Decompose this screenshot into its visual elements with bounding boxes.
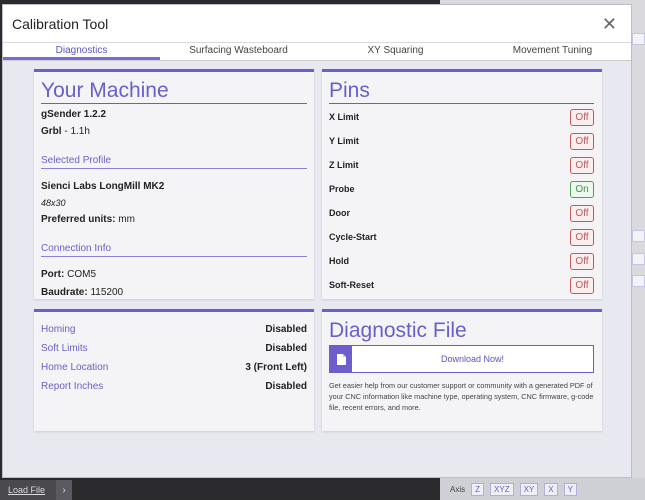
setting-label: Home Location — [41, 362, 109, 373]
pin-name: Soft-Reset — [329, 280, 375, 290]
pin-row-cycle-start: Cycle-Start Off — [329, 225, 594, 249]
axis-button-z[interactable]: Z — [471, 482, 485, 496]
pins-heading: Pins — [329, 80, 594, 104]
pin-row-z-limit: Z Limit Off — [329, 153, 594, 177]
setting-label: Soft Limits — [41, 343, 88, 354]
setting-row-homing: Homing Disabled — [41, 320, 307, 339]
pin-row-y-limit: Y Limit Off — [329, 129, 594, 153]
modal-header: Calibration Tool ✕ — [3, 5, 631, 43]
machine-card: Your Machine gSender 1.2.2 Grbl - 1.1h S… — [34, 69, 314, 299]
profile-heading: Selected Profile — [41, 155, 307, 169]
firmware-version: - 1.1h — [61, 126, 90, 137]
setting-row-soft-limits: Soft Limits Disabled — [41, 339, 307, 358]
profile-name: Sienci Labs LongMill MK2 — [41, 181, 165, 192]
download-now-button[interactable]: Download Now! — [352, 346, 593, 372]
setting-value: Disabled — [265, 324, 307, 335]
tab-bar: Diagnostics Surfacing Wasteboard XY Squa… — [3, 43, 631, 61]
firmware-label: Grbl — [41, 126, 62, 137]
pin-name: Cycle-Start — [329, 232, 377, 242]
background-edge-tag — [632, 253, 645, 265]
machine-heading: Your Machine — [41, 80, 307, 104]
baud-value: 115200 — [87, 287, 124, 298]
setting-value: 3 (Front Left) — [245, 362, 307, 373]
background-edge-tag — [632, 230, 645, 242]
pin-name: Y Limit — [329, 136, 359, 146]
axis-button-x[interactable]: X — [544, 482, 558, 496]
axis-label: Axis — [450, 484, 466, 494]
port-label: Port: — [41, 269, 65, 280]
pin-name: Probe — [329, 184, 355, 194]
diagnostic-file-card: Diagnostic File Download Now! Get easier… — [322, 309, 602, 431]
background-edge-tag — [632, 33, 645, 45]
baud-line: Baudrate: 115200 — [41, 287, 307, 298]
pin-status-badge: Off — [570, 204, 594, 222]
pins-list: X Limit Off Y Limit Off Z Limit Off Probe On… — [329, 105, 594, 297]
pin-name: X Limit — [329, 112, 360, 122]
connection-heading: Connection Info — [41, 243, 307, 257]
tab-diagnostics[interactable]: Diagnostics — [3, 43, 160, 60]
baud-label: Baudrate: — [41, 287, 88, 298]
profile-size: 48x30 — [41, 198, 66, 208]
chevron-right-icon[interactable]: › — [56, 480, 72, 500]
file-icon — [330, 346, 352, 372]
pin-name: Hold — [329, 256, 349, 266]
pin-name: Z Limit — [329, 160, 359, 170]
settings-card: Homing Disabled Soft Limits Disabled Home … — [34, 309, 314, 431]
diagnostic-heading: Diagnostic File — [329, 319, 467, 342]
setting-label: Report Inches — [41, 381, 104, 392]
units-label: Preferred units: — [41, 214, 116, 225]
pin-name: Door — [329, 208, 350, 218]
pin-status-badge: Off — [570, 252, 594, 270]
background-edge-tag — [632, 275, 645, 287]
pin-status-badge: Off — [570, 156, 594, 174]
modal-title: Calibration Tool — [12, 15, 109, 32]
firmware-line: Grbl - 1.1h — [41, 126, 307, 137]
pin-row-door: Door Off — [329, 201, 594, 225]
pins-card: Pins X Limit Off Y Limit Off Z Limit Off Pr… — [322, 69, 602, 299]
units-line: Preferred units: mm — [41, 214, 307, 225]
setting-row-home-location: Home Location 3 (Front Left) — [41, 358, 307, 377]
software-version: gSender 1.2.2 — [41, 109, 107, 120]
tab-movement-tuning[interactable]: Movement Tuning — [474, 43, 631, 60]
setting-value: Disabled — [265, 343, 307, 354]
calibration-modal: Calibration Tool ✕ Diagnostics Surfacing… — [2, 4, 632, 478]
pin-row-hold: Hold Off — [329, 249, 594, 273]
port-value: COM5 — [64, 269, 97, 280]
port-line: Port: COM5 — [41, 269, 307, 280]
axis-button-xy[interactable]: XY — [519, 482, 539, 496]
units-value: mm — [115, 214, 135, 225]
pin-row-x-limit: X Limit Off — [329, 105, 594, 129]
pin-status-badge: Off — [570, 276, 594, 294]
tab-surfacing-wasteboard[interactable]: Surfacing Wasteboard — [160, 43, 317, 60]
load-file-button[interactable]: Load File › — [0, 480, 72, 500]
pin-row-soft-reset: Soft-Reset Off — [329, 273, 594, 297]
pin-status-badge: Off — [570, 132, 594, 150]
setting-row-report-inches: Report Inches Disabled — [41, 377, 307, 396]
axis-button-xyz[interactable]: XYZ — [490, 482, 514, 496]
download-button-group[interactable]: Download Now! — [329, 345, 594, 373]
setting-value: Disabled — [265, 381, 307, 392]
setting-label: Homing — [41, 324, 76, 335]
pin-row-probe: Probe On — [329, 177, 594, 201]
pin-status-badge: Off — [570, 108, 594, 126]
pin-status-badge: Off — [570, 228, 594, 246]
axis-button-y[interactable]: Y — [563, 482, 577, 496]
pin-status-badge: On — [570, 180, 594, 198]
tab-xy-squaring[interactable]: XY Squaring — [317, 43, 474, 60]
diagnostic-description: Get easier help from our customer suppor… — [329, 381, 594, 412]
load-file-label: Load File — [8, 485, 46, 495]
axis-toolbar: Axis Z XYZ XY X Y — [440, 478, 645, 500]
close-icon[interactable]: ✕ — [602, 15, 617, 33]
